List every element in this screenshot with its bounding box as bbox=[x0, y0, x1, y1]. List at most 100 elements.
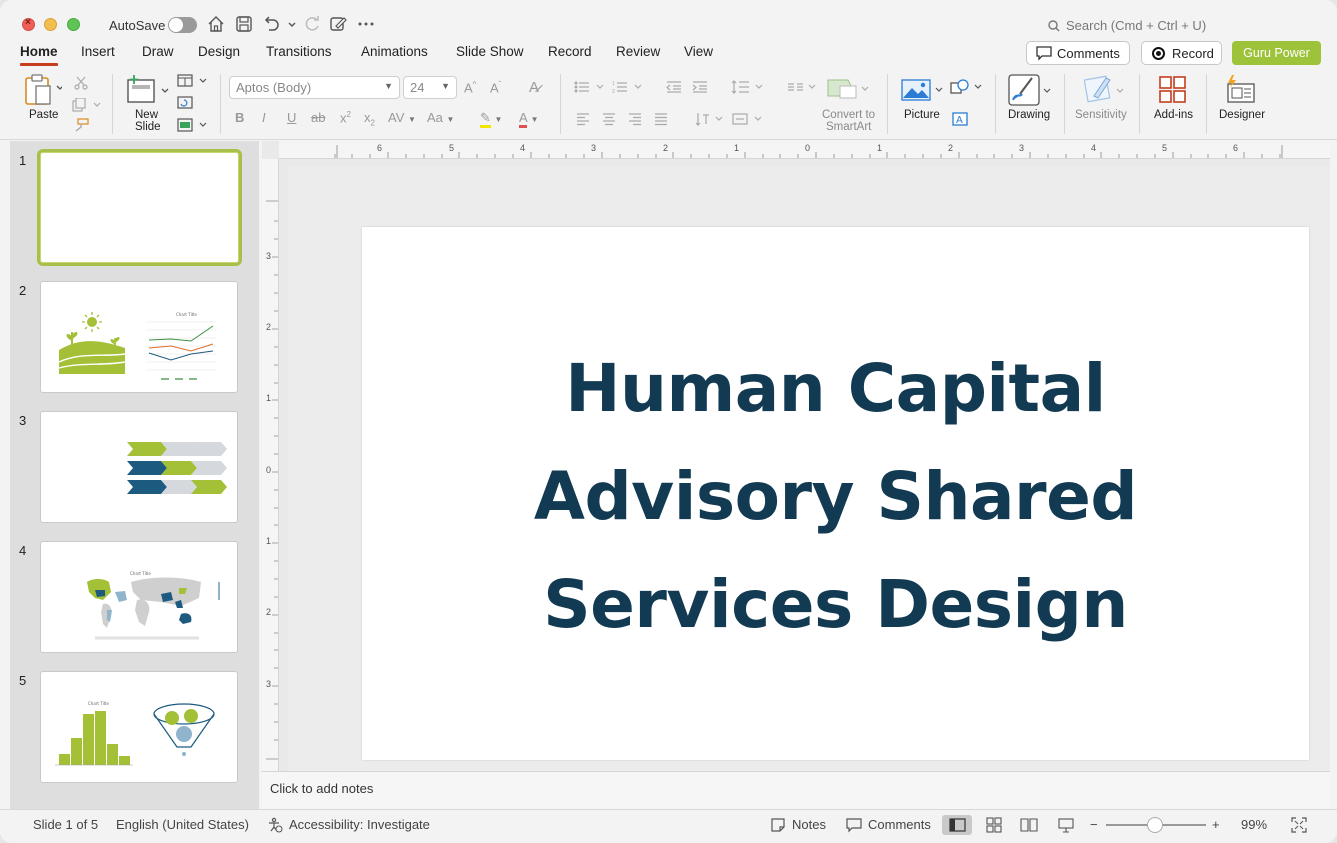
align-right-icon[interactable] bbox=[628, 112, 642, 129]
notes-toggle-label[interactable]: Notes bbox=[792, 817, 826, 832]
sensitivity-button[interactable] bbox=[1083, 74, 1126, 109]
world-map-chart: Chart Title bbox=[87, 571, 220, 640]
bold-icon[interactable]: B bbox=[235, 110, 244, 125]
zoom-level[interactable]: 99% bbox=[1241, 817, 1267, 832]
horizontal-ruler[interactable]: 6 5 4 3 2 1 0 1 2 3 4 5 6 bbox=[279, 141, 1330, 159]
slide-thumbnail-3[interactable] bbox=[40, 411, 238, 523]
align-center-icon[interactable] bbox=[602, 112, 616, 129]
drawing-icon bbox=[1008, 74, 1051, 106]
ruler-label: 5 bbox=[1162, 143, 1168, 153]
redo-icon[interactable] bbox=[302, 14, 322, 34]
layout-icon[interactable] bbox=[177, 74, 207, 91]
ruler-label: 2 bbox=[266, 607, 272, 617]
increase-indent-icon[interactable] bbox=[692, 80, 708, 97]
maximize-window-button[interactable] bbox=[67, 18, 80, 31]
subscript-icon[interactable]: x2 bbox=[364, 110, 375, 128]
copy-icon[interactable] bbox=[72, 97, 102, 115]
slide-title[interactable]: Human Capital Advisory Shared Services D… bbox=[362, 335, 1309, 659]
picture-button[interactable] bbox=[901, 78, 947, 105]
customize-toolbar-icon[interactable] bbox=[328, 14, 348, 34]
record-button[interactable]: Record bbox=[1141, 41, 1222, 65]
guru-power-button[interactable]: Guru Power bbox=[1232, 41, 1321, 65]
more-options-icon[interactable] bbox=[356, 14, 376, 34]
slide-thumbnail-4[interactable]: Chart Title bbox=[40, 541, 238, 653]
align-text-icon[interactable] bbox=[732, 112, 764, 129]
tab-home[interactable]: Home bbox=[20, 44, 58, 59]
zoom-in-button[interactable]: + bbox=[1212, 817, 1220, 832]
section-icon[interactable] bbox=[177, 118, 207, 135]
decrease-indent-icon[interactable] bbox=[666, 80, 682, 97]
current-slide[interactable]: Human Capital Advisory Shared Services D… bbox=[362, 227, 1309, 760]
autosave-toggle[interactable] bbox=[168, 17, 197, 33]
minimize-window-button[interactable] bbox=[44, 18, 57, 31]
ruler-label: 0 bbox=[805, 143, 811, 153]
paste-button[interactable] bbox=[24, 74, 64, 109]
search-box[interactable]: Search (Cmd + Ctrl + U) bbox=[1048, 18, 1206, 33]
undo-dropdown-chevron-icon[interactable] bbox=[282, 14, 296, 34]
clear-formatting-icon[interactable]: A̷ bbox=[529, 79, 539, 96]
tab-view[interactable]: View bbox=[684, 44, 713, 59]
reset-slide-icon[interactable] bbox=[177, 96, 193, 113]
accessibility-status[interactable]: Accessibility: Investigate bbox=[289, 817, 430, 832]
comments-status-icon[interactable] bbox=[846, 817, 862, 836]
ruler-label: 3 bbox=[266, 251, 272, 261]
comments-button[interactable]: Comments bbox=[1026, 41, 1130, 65]
text-box-icon[interactable]: A bbox=[951, 111, 969, 130]
undo-icon[interactable] bbox=[261, 14, 281, 34]
slide-thumbnail-1[interactable] bbox=[37, 149, 242, 266]
highlight-icon[interactable]: ✎ ▼ bbox=[480, 110, 502, 128]
decrease-font-size-icon[interactable]: Aˇ bbox=[490, 80, 501, 95]
tab-slide-show[interactable]: Slide Show bbox=[456, 44, 524, 59]
font-size-dropdown[interactable]: 24 ▼ bbox=[403, 76, 457, 99]
cut-icon[interactable] bbox=[74, 76, 88, 93]
tab-insert[interactable]: Insert bbox=[81, 44, 115, 59]
notes-icon[interactable] bbox=[770, 817, 786, 836]
fit-to-window-icon[interactable] bbox=[1291, 817, 1307, 836]
align-left-icon[interactable] bbox=[576, 112, 590, 129]
bullets-icon[interactable] bbox=[574, 80, 606, 97]
character-spacing-icon[interactable]: AV ▼ bbox=[388, 110, 416, 125]
slide-thumbnail-5[interactable]: Chart Title bbox=[40, 671, 238, 783]
drawing-button[interactable] bbox=[1008, 74, 1052, 109]
text-direction-icon[interactable] bbox=[695, 112, 725, 129]
line-spacing-icon[interactable] bbox=[731, 80, 765, 97]
justify-icon[interactable] bbox=[654, 112, 668, 129]
normal-view-button[interactable] bbox=[942, 815, 972, 835]
tab-animations[interactable]: Animations bbox=[361, 44, 428, 59]
new-slide-button[interactable] bbox=[126, 74, 170, 109]
notes-pane[interactable]: Click to add notes bbox=[262, 771, 1330, 809]
tab-review[interactable]: Review bbox=[616, 44, 660, 59]
vertical-ruler[interactable]: 3 2 1 0 1 2 3 bbox=[262, 159, 279, 771]
tab-record[interactable]: Record bbox=[548, 44, 592, 59]
language-status[interactable]: English (United States) bbox=[116, 817, 249, 832]
close-window-button[interactable]: × bbox=[22, 17, 35, 31]
add-ins-button[interactable] bbox=[1158, 75, 1188, 108]
slide-show-view-button[interactable] bbox=[1051, 815, 1081, 835]
underline-icon[interactable]: U bbox=[287, 110, 296, 125]
comments-toggle-label[interactable]: Comments bbox=[868, 817, 931, 832]
increase-font-size-icon[interactable]: A^ bbox=[464, 80, 476, 95]
font-name-dropdown[interactable]: Aptos (Body) ▼ bbox=[229, 76, 400, 99]
columns-icon[interactable] bbox=[786, 80, 818, 97]
tab-draw[interactable]: Draw bbox=[142, 44, 174, 59]
numbering-icon[interactable]: 12 bbox=[612, 80, 644, 97]
tab-design[interactable]: Design bbox=[198, 44, 240, 59]
font-color-icon[interactable]: A ▼ bbox=[519, 110, 539, 128]
shapes-icon[interactable] bbox=[950, 78, 984, 99]
home-icon[interactable] bbox=[206, 14, 226, 34]
zoom-out-button[interactable]: − bbox=[1090, 817, 1098, 832]
convert-to-smartart-button[interactable] bbox=[826, 76, 872, 105]
format-painter-icon[interactable] bbox=[73, 118, 89, 135]
superscript-icon[interactable]: x2 bbox=[340, 110, 351, 125]
reading-view-button[interactable] bbox=[1014, 815, 1044, 835]
home-ribbon: Paste New Slide Aptos (Body) ▼ 24 ▼ A^ Aˇ … bbox=[0, 68, 1337, 140]
tab-transitions[interactable]: Transitions bbox=[266, 44, 332, 59]
zoom-slider-handle[interactable] bbox=[1147, 817, 1163, 833]
save-icon[interactable] bbox=[234, 14, 254, 34]
italic-icon[interactable]: I bbox=[262, 110, 266, 125]
slide-sorter-view-button[interactable] bbox=[979, 815, 1009, 835]
designer-button[interactable] bbox=[1224, 74, 1258, 109]
change-case-icon[interactable]: Aa ▼ bbox=[427, 110, 454, 125]
slide-thumbnail-2[interactable]: Chart Title bbox=[40, 281, 238, 393]
strikethrough-icon[interactable]: ab bbox=[311, 110, 325, 125]
